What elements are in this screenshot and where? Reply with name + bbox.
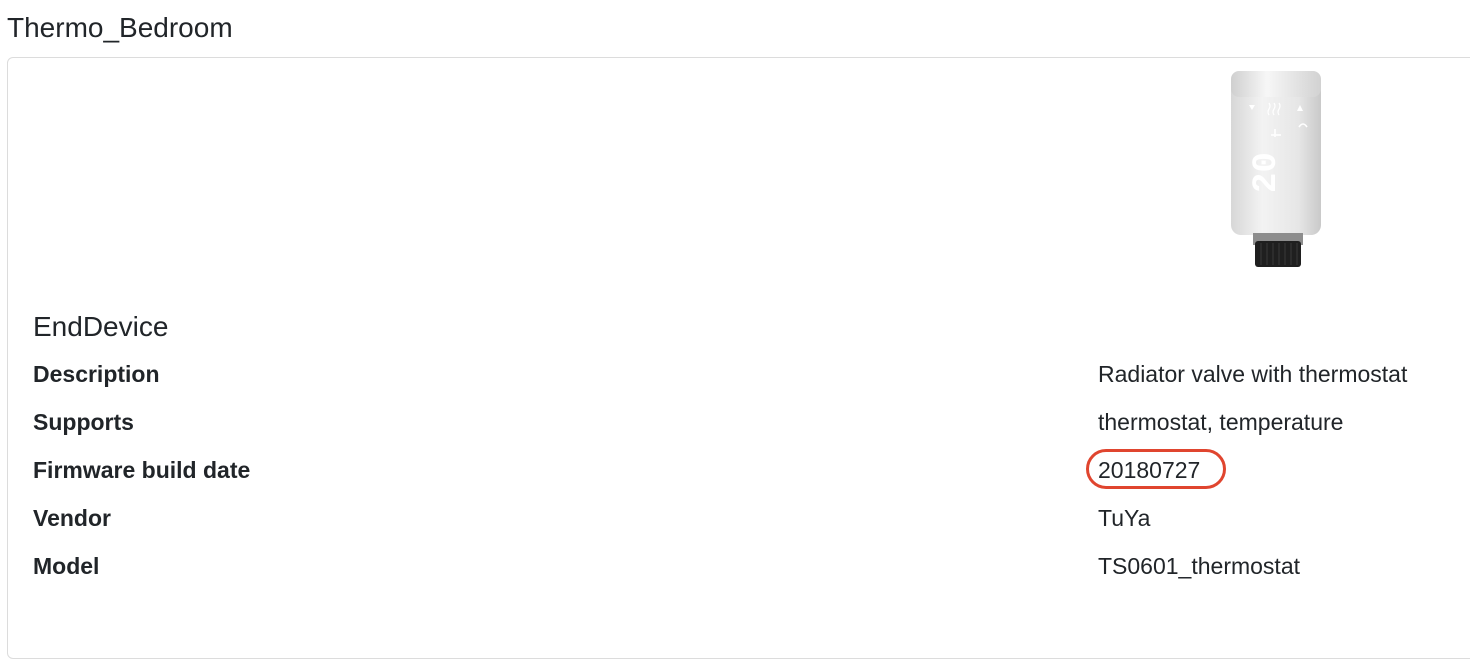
vendor-label: Vendor (33, 505, 111, 531)
page-title: Thermo_Bedroom (7, 12, 233, 43)
info-row-description: Description Radiator valve with thermost… (0, 354, 1470, 394)
supports-label: Supports (33, 409, 134, 435)
description-label: Description (33, 361, 160, 387)
info-row-vendor: Vendor TuYa (0, 498, 1470, 538)
device-type: EndDevice (33, 311, 169, 342)
info-row-firmware-build-date: Firmware build date 20180727 (0, 450, 1470, 490)
supports-value: thermostat, temperature (1098, 409, 1344, 435)
model-value: TS0601_thermostat (1098, 553, 1301, 579)
vendor-value: TuYa (1098, 505, 1151, 531)
info-row-model: Model TS0601_thermostat (0, 546, 1470, 586)
info-row-supports: Supports thermostat, temperature (0, 402, 1470, 442)
model-label: Model (33, 553, 100, 579)
thermostat-display-reading: 20 (1248, 152, 1286, 193)
firmware-build-date-label: Firmware build date (33, 457, 251, 483)
description-value: Radiator valve with thermostat (1098, 361, 1408, 387)
radiator-thermostat-image: 20 (1231, 71, 1321, 267)
highlight-annotation-circle (1086, 449, 1226, 489)
